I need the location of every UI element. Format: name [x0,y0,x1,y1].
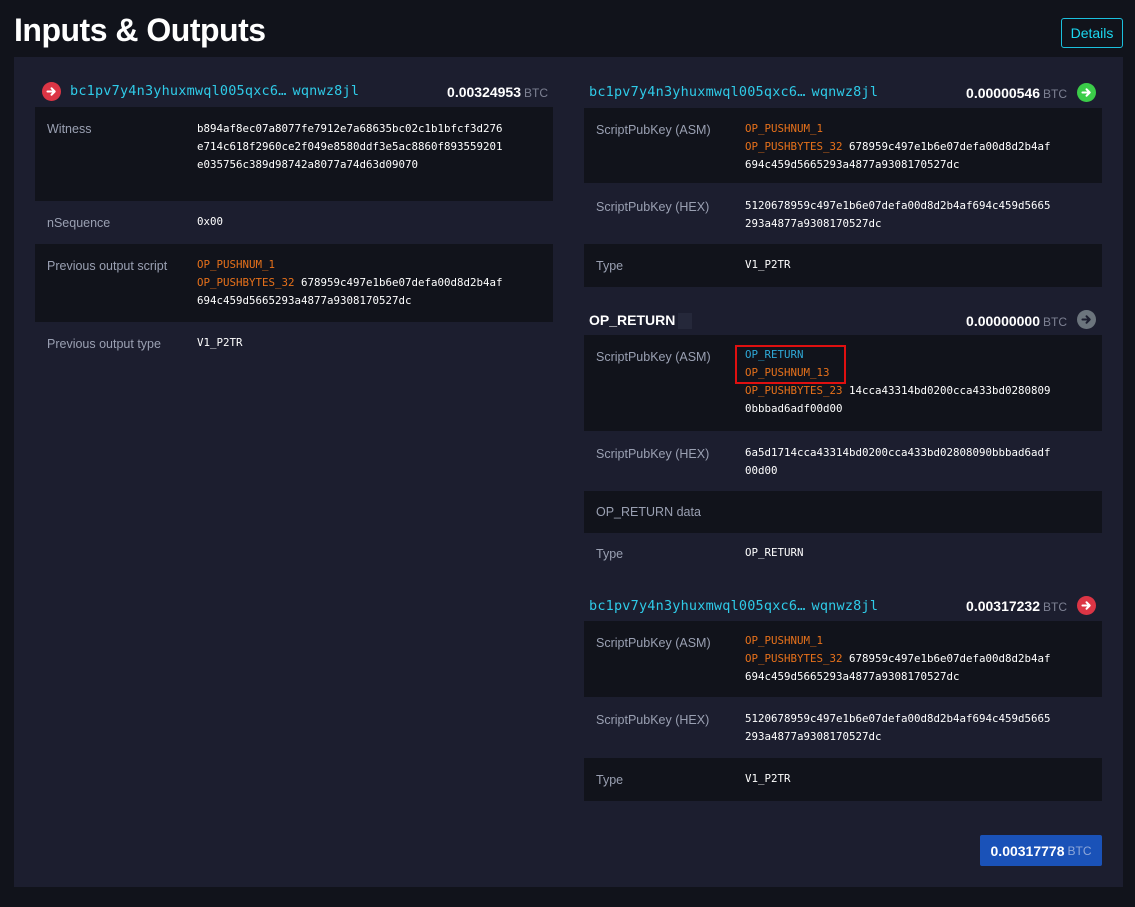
inputs-outputs-panel: bc1pv7y4n3yhuxmwql005qxc6… wqnwz8jl 0.003… [14,57,1123,887]
output-1-empty-badge [678,313,692,329]
nsequence-label: nSequence [47,216,111,230]
witness-value: b894af8ec07a8077fe7912e7a68635bc02c1b1bf… [197,122,503,171]
output-2-asm-value: OP_PUSHNUM_1 OP_PUSHBYTES_32 678959c497e… [745,634,1051,683]
prev-script-label: Previous output script [47,259,168,273]
output-0-asm-row: ScriptPubKey (ASM) OP_PUSHNUM_1 OP_PUSHB… [584,108,1102,183]
output-1-asm-row: ScriptPubKey (ASM) OP_RETURN OP_PUSHNUM_… [584,335,1102,431]
total-amount-badge: 0.00317778 BTC [980,835,1102,866]
output-header-0: bc1pv7y4n3yhuxmwql005qxc6… wqnwz8jl 0.000… [584,57,1102,105]
output-1-data-label: OP_RETURN data [596,505,701,519]
prev-script-value: OP_PUSHNUM_1 OP_PUSHBYTES_32 678959c497e… [197,258,503,307]
witness-label: Witness [47,122,92,136]
highlight-box [735,345,846,384]
output-2-type-label: Type [596,773,624,787]
output-2-hex-row: ScriptPubKey (HEX) 5120678959c497e1b6e07… [584,697,1102,758]
input-address-link[interactable]: bc1pv7y4n3yhuxmwql005qxc6… wqnwz8jl [70,82,359,100]
output-0-type-label: Type [596,259,624,273]
output-0-type-row: Type V1_P2TR [584,244,1102,287]
output-0-hex-row: ScriptPubKey (HEX) 5120678959c497e1b6e07… [584,183,1102,244]
output-0-type-value: V1_P2TR [745,258,791,271]
output-1-asm-label: ScriptPubKey (ASM) [596,350,711,364]
input-amount: 0.00324953 BTC [447,84,548,100]
output-arrow-icon-2[interactable] [1077,596,1096,615]
outputs-column: bc1pv7y4n3yhuxmwql005qxc6… wqnwz8jl 0.000… [584,57,1102,801]
output-header-2: bc1pv7y4n3yhuxmwql005qxc6… wqnwz8jl 0.003… [584,576,1102,621]
output-arrow-icon-1 [1077,310,1096,329]
output-2-type-value: V1_P2TR [745,772,791,785]
output-1-type-value: OP_RETURN [745,546,804,559]
output-0-hex-label: ScriptPubKey (HEX) [596,200,710,214]
output-amount-1: 0.00000000 BTC [966,313,1067,329]
nsequence-row: nSequence 0x00 [35,201,553,244]
witness-row: Witness b894af8ec07a8077fe7912e7a68635bc… [35,107,553,201]
output-1-hex-row: ScriptPubKey (HEX) 6a5d1714cca43314bd020… [584,431,1102,491]
details-button[interactable]: Details [1061,18,1123,48]
inputs-column: bc1pv7y4n3yhuxmwql005qxc6… wqnwz8jl 0.003… [35,57,553,351]
prev-script-row: Previous output script OP_PUSHNUM_1 OP_P… [35,244,553,322]
output-1-type-row: Type OP_RETURN [584,533,1102,576]
output-2-asm-label: ScriptPubKey (ASM) [596,636,711,650]
output-0-hex-value: 5120678959c497e1b6e07defa00d8d2b4af694c4… [745,199,1051,230]
output-2-hex-value: 5120678959c497e1b6e07defa00d8d2b4af694c4… [745,712,1051,743]
prev-type-value: V1_P2TR [197,336,243,349]
output-amount-0: 0.00000546 BTC [966,85,1067,101]
output-header-1: OP_RETURN 0.00000000 BTC [584,287,1102,335]
output-1-data-row: OP_RETURN data [584,491,1102,533]
prev-type-label: Previous output type [47,337,161,351]
prev-type-row: Previous output type V1_P2TR [35,322,553,365]
page-title: Inputs & Outputs [14,12,266,48]
output-1-hex-label: ScriptPubKey (HEX) [596,447,710,461]
output-1-type-label: Type [596,547,624,561]
nsequence-value: 0x00 [197,215,224,228]
output-amount-2: 0.00317232 BTC [966,598,1067,614]
output-address-link-2[interactable]: bc1pv7y4n3yhuxmwql005qxc6… wqnwz8jl [589,597,878,615]
output-0-asm-label: ScriptPubKey (ASM) [596,123,711,137]
output-1-title: OP_RETURN [589,312,676,328]
output-2-asm-row: ScriptPubKey (ASM) OP_PUSHNUM_1 OP_PUSHB… [584,621,1102,697]
output-1-hex-value: 6a5d1714cca43314bd0200cca433bd02808090bb… [745,446,1051,477]
output-0-asm-value: OP_PUSHNUM_1 OP_PUSHBYTES_32 678959c497e… [745,122,1051,171]
output-2-type-row: Type V1_P2TR [584,758,1102,801]
input-arrow-icon[interactable] [42,82,61,101]
output-2-hex-label: ScriptPubKey (HEX) [596,713,710,727]
output-address-link-0[interactable]: bc1pv7y4n3yhuxmwql005qxc6… wqnwz8jl [589,83,878,101]
output-arrow-icon-0[interactable] [1077,83,1096,102]
